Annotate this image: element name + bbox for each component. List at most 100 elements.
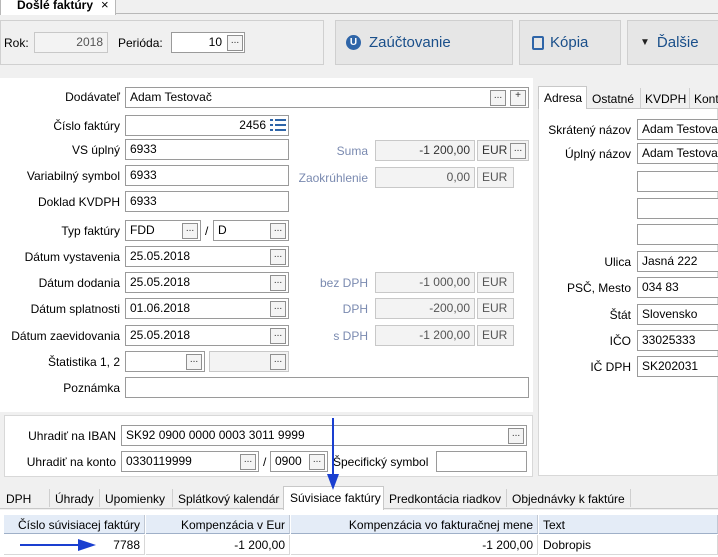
ulica-field[interactable]: Jasná 222: [637, 251, 718, 272]
typ-faktury-browse-button[interactable]: ...: [182, 223, 198, 239]
vs-field[interactable]: 6933: [125, 165, 289, 186]
suma-label: Suma: [336, 144, 368, 158]
uplny-nazov-line-2[interactable]: [637, 171, 718, 192]
zaevidovanie-field[interactable]: 25.05.2018: [125, 325, 289, 346]
tab-upomienky[interactable]: Upomienky: [105, 492, 165, 506]
stat-field[interactable]: Slovensko: [637, 304, 718, 325]
table-row-text[interactable]: Dobropis: [539, 535, 718, 555]
grid-header-text[interactable]: Text: [539, 515, 718, 534]
table-row-cislo[interactable]: 7788: [4, 535, 145, 555]
tab-uhrady[interactable]: Úhrady: [55, 492, 94, 506]
icdph-field[interactable]: SK202031: [637, 356, 718, 377]
zaokruhlenie-field[interactable]: 0,00: [375, 167, 475, 188]
suma-field[interactable]: -1 200,00: [375, 140, 475, 161]
dodavatel-field[interactable]: Adam Testovač: [125, 87, 529, 108]
dph-label: DPH: [342, 302, 368, 316]
tab-splatkovy-kalendar[interactable]: Splátkový kalendár: [178, 492, 279, 506]
uplny-nazov-field[interactable]: Adam Testovač: [637, 143, 718, 164]
perioda-label: Perióda:: [118, 36, 163, 50]
typ-slash: /: [205, 224, 209, 238]
zaokruhlenie-currency: EUR: [477, 167, 514, 188]
icdph-label: IČ DPH: [590, 360, 631, 374]
tab-kontakty[interactable]: Kont: [694, 92, 718, 106]
cislo-faktury-label: Číslo faktúry: [53, 119, 120, 133]
dodanie-browse-button[interactable]: ...: [270, 275, 286, 291]
bezdph-field[interactable]: -1 000,00: [375, 272, 475, 293]
iban-field[interactable]: SK92 0900 0000 0003 3011 9999: [121, 425, 527, 446]
vs-uplny-field[interactable]: 6933: [125, 139, 289, 160]
grid-header-kompenzacia-eur[interactable]: Kompenzácia v Eur: [146, 515, 290, 534]
psc-field[interactable]: 034 83: [637, 277, 718, 298]
dodavatel-label: Dodávateľ: [65, 90, 120, 104]
dodanie-field[interactable]: 25.05.2018: [125, 272, 289, 293]
bank-code-browse-button[interactable]: ...: [309, 454, 325, 470]
copy-icon: [532, 35, 544, 50]
vs-uplny-label: VS úplný: [71, 143, 120, 157]
tab-adresa[interactable]: Adresa: [538, 86, 587, 109]
skrateny-nazov-field[interactable]: Adam Testovač: [637, 119, 718, 140]
zauctovanie-button[interactable]: U Zaúčtovanie: [335, 20, 513, 65]
konto-browse-button[interactable]: ...: [240, 454, 256, 470]
kopia-label: Kópia: [550, 34, 589, 51]
tab-dph[interactable]: DPH: [6, 492, 31, 506]
vystavenie-browse-button[interactable]: ...: [270, 249, 286, 265]
typ-faktury-label: Typ faktúry: [61, 224, 120, 238]
ico-field[interactable]: 33025333: [637, 330, 718, 351]
iban-browse-button[interactable]: ...: [508, 428, 524, 444]
dodavatel-browse-button[interactable]: ...: [490, 90, 506, 106]
splatnost-browse-button[interactable]: ...: [270, 301, 286, 317]
rok-field[interactable]: 2018: [34, 32, 108, 53]
sdph-label: s DPH: [333, 329, 368, 343]
statistika-1-browse-button[interactable]: ...: [186, 354, 202, 370]
tab-ostatne[interactable]: Ostatné: [592, 92, 634, 106]
list-icon[interactable]: [270, 118, 286, 132]
dalsie-button[interactable]: ▼ Ďalšie: [627, 20, 718, 65]
dodavatel-add-button[interactable]: +: [510, 90, 526, 106]
suma-browse-button[interactable]: ...: [510, 143, 526, 159]
vystavenie-label: Dátum vystavenia: [24, 250, 120, 264]
table-row-kompenzacia-mena[interactable]: -1 200,00: [291, 535, 538, 555]
specificky-field[interactable]: [436, 451, 527, 472]
tab-suvisiace-faktury[interactable]: Súvisiace faktúry: [283, 486, 384, 510]
typ-faktury-browse-button-2[interactable]: ...: [270, 223, 286, 239]
tab-divider: [99, 489, 100, 507]
uplny-nazov-line-4[interactable]: [637, 224, 718, 245]
dph-field[interactable]: -200,00: [375, 298, 475, 319]
ico-label: IČO: [609, 334, 631, 348]
sdph-field[interactable]: -1 200,00: [375, 325, 475, 346]
kopia-button[interactable]: Kópia: [519, 20, 621, 65]
kvdph-label: Doklad KVDPH: [37, 195, 120, 209]
poznamka-field[interactable]: [125, 377, 529, 398]
perioda-browse-button[interactable]: ...: [227, 35, 243, 51]
doc-tab-title: Došlé faktúry: [17, 0, 94, 12]
zauctovanie-label: Zaúčtovanie: [369, 34, 451, 51]
uplny-nazov-line-3[interactable]: [637, 198, 718, 219]
tab-divider: [689, 88, 690, 108]
konto-field[interactable]: 0330119999: [121, 451, 259, 472]
poznamka-label: Poznámka: [63, 381, 120, 395]
tab-predkontacia[interactable]: Predkontácia riadkov: [389, 492, 501, 506]
specificky-label: Špecifický symbol: [333, 455, 429, 469]
splatnost-field[interactable]: 01.06.2018: [125, 298, 289, 319]
grid-header-kompenzacia-mena[interactable]: Kompenzácia vo fakturačnej mene: [291, 515, 538, 534]
doc-tab[interactable]: Došlé faktúry ×: [0, 0, 116, 15]
close-icon[interactable]: ×: [101, 0, 109, 12]
sdph-currency: EUR: [477, 325, 514, 346]
table-row-kompenzacia-eur[interactable]: -1 200,00: [146, 535, 290, 555]
skrateny-nazov-label: Skrátený názov: [548, 123, 631, 137]
statistika-2-browse-button[interactable]: ...: [270, 354, 286, 370]
tab-divider: [640, 88, 641, 108]
cislo-faktury-field[interactable]: 2456: [125, 115, 289, 136]
vystavenie-field[interactable]: 25.05.2018: [125, 246, 289, 267]
grid-header-cislo[interactable]: Číslo súvisiacej faktúry: [4, 515, 145, 534]
vs-label: Variabilný symbol: [26, 169, 120, 183]
tab-divider: [49, 489, 50, 507]
statistika-label: Štatistika 1, 2: [47, 355, 120, 369]
tab-objednavky[interactable]: Objednávky k faktúre: [512, 492, 625, 506]
kvdph-field[interactable]: 6933: [125, 191, 289, 212]
splatnost-label: Dátum splatnosti: [30, 302, 120, 316]
iban-label: Uhradiť na IBAN: [28, 429, 116, 443]
tab-kvdph[interactable]: KVDPH: [645, 92, 686, 106]
zaevidovanie-browse-button[interactable]: ...: [270, 328, 286, 344]
tab-divider: [506, 489, 507, 507]
